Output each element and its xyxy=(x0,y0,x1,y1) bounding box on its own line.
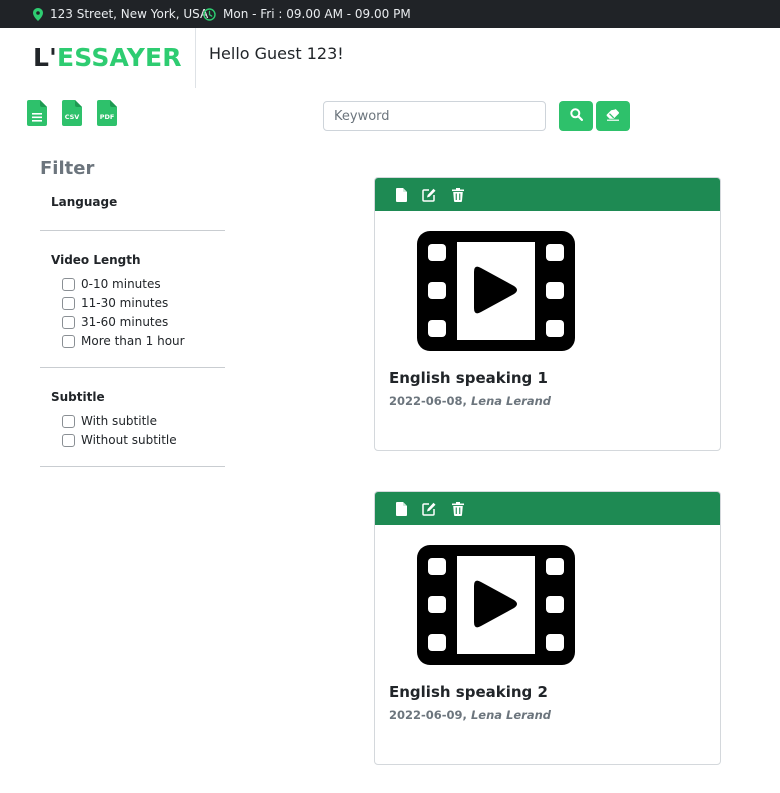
greeting-text: Hello Guest 123! xyxy=(209,44,344,63)
filter-option-with-subtitle[interactable]: With subtitle xyxy=(62,414,157,428)
document-lines-icon[interactable] xyxy=(27,100,47,126)
filter-option-0-10-minutes[interactable]: 0-10 minutes xyxy=(62,277,161,291)
filter-divider xyxy=(40,367,225,368)
video-thumbnail-icon[interactable] xyxy=(417,545,575,665)
filter-option-31-60-minutes[interactable]: 31-60 minutes xyxy=(62,315,168,329)
card-toolbar xyxy=(375,178,720,211)
filter-option-more-than-1-hour[interactable]: More than 1 hour xyxy=(62,334,185,348)
subtitle-heading: Subtitle xyxy=(51,390,105,404)
search-icon xyxy=(569,108,583,124)
csv-file-icon[interactable]: CSV xyxy=(62,100,82,126)
checkbox[interactable] xyxy=(62,277,75,291)
eraser-icon xyxy=(606,108,620,124)
video-length-heading: Video Length xyxy=(51,253,141,267)
option-label: 31-60 minutes xyxy=(81,315,169,329)
hours-info: Mon - Fri : 09.00 AM - 09.00 PM xyxy=(203,0,411,28)
view-file-icon[interactable] xyxy=(394,187,409,202)
map-marker-icon xyxy=(33,7,43,21)
view-file-icon[interactable] xyxy=(394,501,409,516)
option-label: Without subtitle xyxy=(81,433,177,447)
filter-title: Filter xyxy=(40,158,95,179)
header-divider xyxy=(195,28,196,88)
site-logo[interactable]: L'ESSAYER xyxy=(33,43,182,73)
filter-divider xyxy=(40,230,225,231)
filter-divider xyxy=(40,466,225,467)
video-thumbnail-icon[interactable] xyxy=(417,231,575,351)
video-meta: 2022-06-09, Lena Lerand xyxy=(389,708,551,722)
option-label: 0-10 minutes xyxy=(81,277,161,291)
checkbox[interactable] xyxy=(62,334,75,348)
delete-icon[interactable] xyxy=(450,501,465,516)
video-card[interactable]: English speaking 1 2022-06-08, Lena Lera… xyxy=(374,177,721,451)
filter-option-11-30-minutes[interactable]: 11-30 minutes xyxy=(62,296,168,310)
language-heading: Language xyxy=(51,195,118,209)
option-label: 11-30 minutes xyxy=(81,296,169,310)
card-toolbar xyxy=(375,492,720,525)
pdf-label: PDF xyxy=(100,113,115,121)
edit-icon[interactable] xyxy=(422,501,437,516)
video-meta: 2022-06-08, Lena Lerand xyxy=(389,394,551,408)
address-info: 123 Street, New York, USA xyxy=(33,0,208,28)
filter-option-without-subtitle[interactable]: Without subtitle xyxy=(62,433,177,447)
video-author: Lena Lerand xyxy=(470,394,551,408)
video-title[interactable]: English speaking 2 xyxy=(389,683,548,701)
search-input[interactable] xyxy=(323,101,546,131)
option-label: More than 1 hour xyxy=(81,334,185,348)
top-info-bar: 123 Street, New York, USA Mon - Fri : 09… xyxy=(0,0,780,28)
clock-icon xyxy=(203,7,216,21)
hours-text: Mon - Fri : 09.00 AM - 09.00 PM xyxy=(223,7,411,21)
search-button[interactable] xyxy=(559,101,593,131)
pdf-file-icon[interactable]: PDF xyxy=(97,100,117,126)
edit-icon[interactable] xyxy=(422,187,437,202)
video-author: Lena Lerand xyxy=(470,708,551,722)
delete-icon[interactable] xyxy=(450,187,465,202)
video-card[interactable]: English speaking 2 2022-06-09, Lena Lera… xyxy=(374,491,721,765)
checkbox[interactable] xyxy=(62,315,75,329)
checkbox[interactable] xyxy=(62,296,75,310)
logo-prefix: L' xyxy=(33,43,57,72)
checkbox[interactable] xyxy=(62,414,75,428)
clear-search-button[interactable] xyxy=(596,101,630,131)
video-date: 2022-06-08, xyxy=(389,394,471,408)
logo-main: ESSAYER xyxy=(56,43,182,72)
video-date: 2022-06-09, xyxy=(389,708,471,722)
checkbox[interactable] xyxy=(62,433,75,447)
option-label: With subtitle xyxy=(81,414,157,428)
video-title[interactable]: English speaking 1 xyxy=(389,369,548,387)
csv-label: CSV xyxy=(65,113,80,121)
address-text: 123 Street, New York, USA xyxy=(50,7,209,21)
